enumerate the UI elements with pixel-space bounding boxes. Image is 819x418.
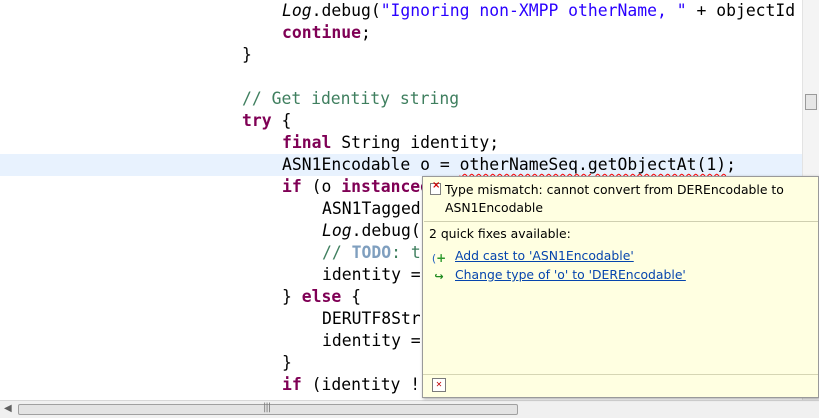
code-token: { — [271, 111, 292, 130]
popup-divider — [424, 221, 818, 222]
code-token: .debug( — [311, 1, 381, 20]
add-cast-link[interactable]: Add cast to 'ASN1Encodable' — [455, 247, 634, 265]
code-line[interactable]: final String identity; — [0, 132, 802, 154]
code-token: else — [301, 287, 342, 306]
code-token: Log — [322, 221, 352, 240]
code-token: } — [242, 45, 252, 64]
change-type-link[interactable]: Change type of 'o' to 'DEREncodable' — [455, 266, 686, 284]
code-token: // — [322, 243, 352, 262]
code-token: // Get identity string — [242, 89, 460, 108]
code-token: DERUTF8Str — [322, 309, 421, 328]
code-token: TODO — [351, 243, 392, 262]
code-line[interactable] — [0, 66, 802, 88]
code-token: Log — [282, 1, 312, 20]
horizontal-scroll-thumb[interactable]: ||| — [18, 402, 518, 415]
code-token: } — [282, 353, 292, 372]
add-cast-icon: (+ — [431, 251, 447, 265]
code-token: (o — [301, 177, 342, 196]
code-token: ; — [360, 23, 371, 42]
error-icon: × — [430, 180, 441, 195]
code-token: otherNameSeq.getObjectAt(1) — [459, 155, 727, 174]
quick-fix-popup: × Type mismatch: cannot convert from DER… — [422, 176, 819, 398]
code-token: if — [282, 375, 302, 394]
code-token: continue — [282, 23, 361, 42]
code-line[interactable]: ASN1Encodable o = otherNameSeq.getObject… — [0, 154, 802, 176]
code-token: (identity ! — [301, 375, 421, 394]
scroll-left-arrow-icon[interactable]: ◀ — [4, 403, 12, 414]
code-token: identity = — [322, 265, 421, 284]
code-token: ASN1Encodable o = — [282, 155, 460, 174]
code-token: if — [282, 177, 302, 196]
code-token: } — [282, 287, 302, 306]
code-token: identity = — [322, 331, 421, 350]
code-token: ; — [726, 155, 736, 174]
quick-fixes-title: 2 quick fixes available: — [429, 226, 571, 241]
code-token: + objectId — [686, 1, 796, 20]
popup-toolbar: ✕ — [423, 374, 818, 397]
scroll-grip-icon: ||| — [263, 402, 271, 413]
code-token: : t — [391, 243, 421, 262]
vertical-scroll-thumb[interactable] — [805, 94, 817, 110]
code-token: ASN1Tagged — [322, 199, 421, 218]
configure-problem-severity-icon[interactable]: ✕ — [432, 378, 446, 392]
horizontal-scrollbar[interactable]: ◀ ||| — [0, 400, 819, 418]
code-line[interactable]: continue; — [0, 22, 802, 44]
code-line[interactable]: // Get identity string — [0, 88, 802, 110]
code-token: try — [242, 111, 272, 130]
code-line[interactable]: } — [0, 44, 802, 66]
code-token: final — [282, 133, 332, 152]
code-token: { — [341, 287, 361, 306]
code-token: String identity; — [331, 133, 500, 152]
error-message: Type mismatch: cannot convert from DEREn… — [445, 182, 784, 215]
code-token: "Ignoring non-XMPP otherName, " — [380, 1, 687, 20]
change-type-icon: ↪ — [434, 270, 444, 283]
code-line[interactable]: try { — [0, 110, 802, 132]
code-token: .debug( — [351, 221, 421, 240]
code-line[interactable]: Log.debug("Ignoring non-XMPP otherName, … — [0, 0, 802, 22]
